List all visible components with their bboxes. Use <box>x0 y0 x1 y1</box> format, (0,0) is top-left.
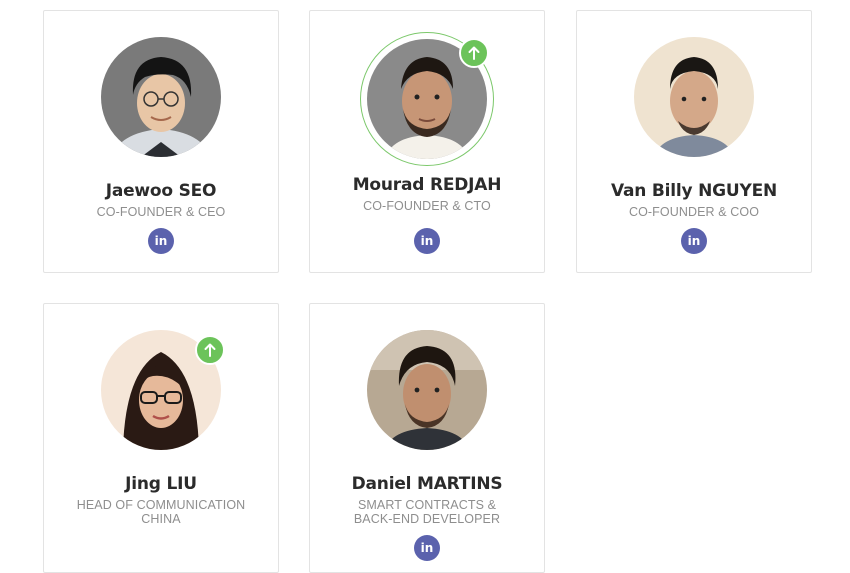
member-role: CO-FOUNDER & CTO <box>363 199 491 213</box>
avatar <box>634 37 754 157</box>
member-role: CO-FOUNDER & CEO <box>96 205 226 219</box>
member-name: Mourad REDJAH <box>352 175 502 195</box>
avatar <box>367 330 487 450</box>
team-card-jaewoo-seo: Jaewoo SEO CO-FOUNDER & CEO in <box>43 10 279 273</box>
linkedin-icon[interactable]: in <box>148 228 174 254</box>
member-name: Daniel MARTINS <box>351 474 503 494</box>
team-card-van-billy-nguyen: Van Billy NGUYEN CO-FOUNDER & COO in <box>576 10 812 273</box>
member-role: SMART CONTRACTS & BACK-END DEVELOPER <box>353 498 501 526</box>
member-name: Jaewoo SEO <box>105 181 217 201</box>
avatar-container <box>634 37 754 157</box>
arrow-up-icon <box>459 38 489 68</box>
team-card-mourad-redjah: Mourad REDJAH CO-FOUNDER & CTO in <box>309 10 545 273</box>
member-name: Van Billy NGUYEN <box>610 181 778 201</box>
team-card-daniel-martins: Daniel MARTINS SMART CONTRACTS & BACK-EN… <box>309 303 545 573</box>
linkedin-icon[interactable]: in <box>414 228 440 254</box>
linkedin-icon[interactable]: in <box>414 535 440 561</box>
avatar <box>101 37 221 157</box>
member-name: Jing LIU <box>125 474 197 494</box>
linkedin-icon[interactable]: in <box>681 228 707 254</box>
avatar-container <box>101 37 221 157</box>
member-role: HEAD OF COMMUNICATION CHINA <box>76 498 246 526</box>
avatar-container <box>367 330 487 450</box>
team-card-jing-liu: Jing LIU HEAD OF COMMUNICATION CHINA <box>43 303 279 573</box>
member-role: CO-FOUNDER & COO <box>628 205 760 219</box>
arrow-up-icon <box>195 335 225 365</box>
